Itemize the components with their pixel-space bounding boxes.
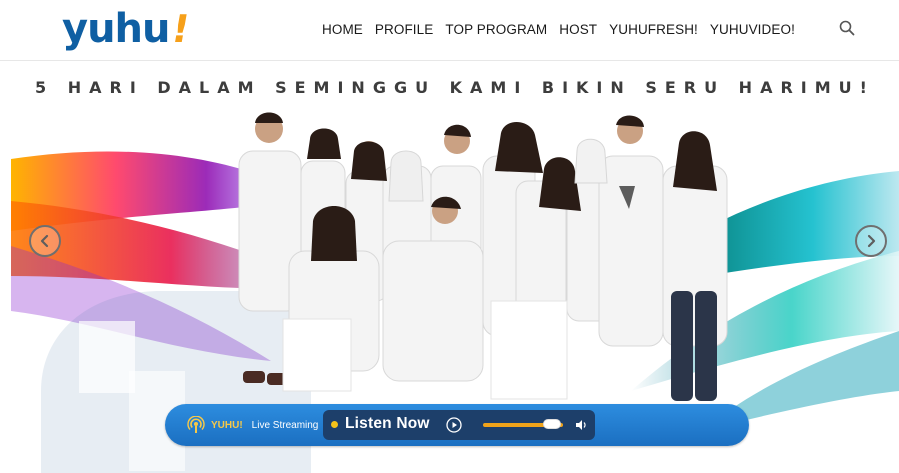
main-nav: HOME PROFILE TOP PROGRAM HOST YUHUFRESH!… [322, 18, 795, 40]
player-controls: Listen Now [323, 410, 595, 440]
live-indicator-dot [331, 421, 338, 428]
slider-prev-button[interactable] [29, 225, 61, 257]
listen-now-label: Listen Now [345, 415, 430, 432]
player-brand: YUHU! Live Streaming [187, 416, 318, 434]
podcast-icon [187, 416, 205, 433]
player-brand-name: YUHU! [211, 419, 243, 431]
speaker-icon[interactable] [574, 418, 588, 432]
nav-item-yuhufresh[interactable]: YUHUFRESH! [609, 22, 698, 37]
volume-slider-handle[interactable] [542, 419, 561, 429]
yuhu-logo[interactable]: yuhu! [62, 4, 192, 54]
logo-mark: ! [167, 7, 192, 51]
chevron-left-icon [40, 234, 49, 248]
player-brand-suffix: Live Streaming [251, 419, 319, 431]
site-header: yuhu! HOME PROFILE TOP PROGRAM HOST YUHU… [0, 0, 899, 61]
nav-item-host[interactable]: HOST [559, 22, 597, 37]
logo-text: yuhu [62, 6, 171, 52]
slider-next-button[interactable] [855, 225, 887, 257]
search-icon[interactable] [838, 19, 856, 37]
nav-item-yuhuvideo[interactable]: YUHUVIDEO! [710, 22, 795, 37]
nav-item-home[interactable]: HOME [322, 22, 363, 37]
hero-tagline: 5 HARI DALAM SEMINGGU KAMI BIKIN SERU HA… [35, 78, 875, 97]
play-icon[interactable] [446, 417, 462, 433]
nav-item-top-program[interactable]: TOP PROGRAM [445, 22, 547, 37]
live-streaming-player: YUHU! Live Streaming Listen Now [165, 404, 749, 446]
chevron-right-icon [867, 234, 876, 248]
nav-item-profile[interactable]: PROFILE [375, 22, 433, 37]
